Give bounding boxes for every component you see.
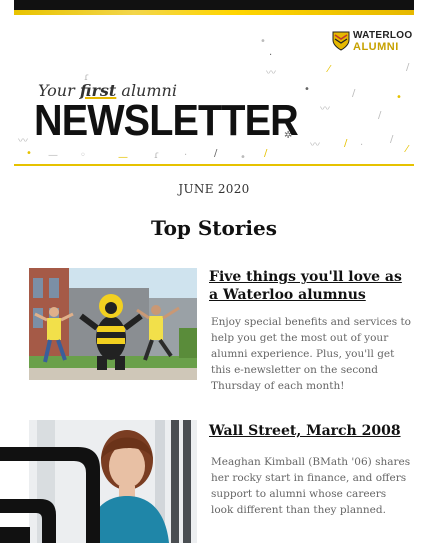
confetti-dot: •	[304, 84, 310, 95]
confetti-dot: •	[240, 152, 246, 163]
section-title: Top Stories	[150, 216, 277, 240]
story-photo-illustration	[29, 268, 197, 380]
confetti-dash: —	[118, 152, 128, 163]
confetti-dot: •	[396, 92, 402, 103]
confetti-dash: ⁄	[406, 144, 408, 155]
confetti-dot: ·	[360, 140, 364, 151]
confetti-dash: —	[48, 150, 58, 161]
confetti-squiggle: 〰	[266, 68, 276, 79]
confetti-squiggle: 〰	[18, 136, 28, 147]
confetti-dash: /	[352, 88, 356, 99]
confetti-dash: /	[390, 134, 394, 145]
confetti-dot: ·	[269, 50, 273, 61]
logo-text-alumni: ALUMNI	[353, 41, 399, 53]
issue-date: JUNE 2020	[178, 182, 250, 196]
confetti-dash: /	[378, 110, 382, 121]
confetti-dash: /	[406, 62, 410, 73]
story-image-mascot[interactable]	[29, 268, 197, 380]
confetti-dot: ·	[184, 150, 188, 161]
confetti-squiggle: 〰	[320, 104, 330, 115]
waterloo-alumni-logo[interactable]: WATERLOO ALUMNI	[332, 29, 413, 55]
corner-overlay-badge[interactable]	[0, 437, 110, 543]
logo-text-waterloo: WATERLOO	[353, 30, 413, 41]
story-summary: Meaghan Kimball (BMath '06) shares her r…	[211, 456, 411, 516]
confetti-dot: •	[260, 36, 266, 47]
confetti-dash: ⁄	[328, 64, 330, 75]
newsletter-header: WATERLOO ALUMNI • · 〰 ⁄ / • / • 〰 / ✲ 〰 …	[14, 15, 414, 165]
confetti-dot: ◦	[80, 150, 86, 161]
story-summary: Enjoy special benefits and services to h…	[211, 316, 412, 392]
top-banner-black-stripe	[14, 0, 414, 10]
confetti-squiggle: ɾ	[154, 150, 160, 161]
confetti-dash: /	[214, 148, 218, 159]
confetti-dash: /	[344, 138, 348, 149]
newsletter-title: NEWSLETTER	[34, 96, 299, 145]
story-link-title[interactable]: Five things you'll love as a Waterloo al…	[209, 268, 414, 304]
confetti-dash: /	[264, 148, 268, 159]
top-banner-bar	[14, 0, 414, 15]
story-link-title[interactable]: Wall Street, March 2008	[209, 422, 414, 440]
header-divider	[14, 164, 414, 166]
shield-icon	[332, 31, 350, 51]
confetti-squiggle: 〰	[310, 140, 320, 151]
confetti-dot: •	[26, 148, 32, 159]
